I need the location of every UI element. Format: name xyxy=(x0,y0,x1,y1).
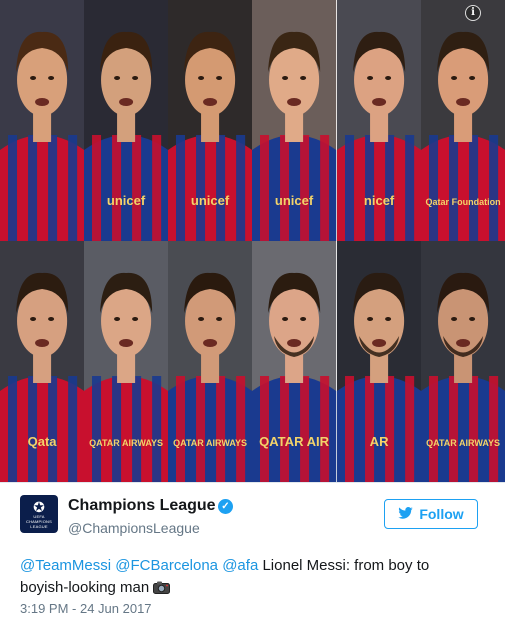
portrait-photo: QATAR AIR xyxy=(252,241,337,482)
portrait-photo xyxy=(0,0,85,241)
mention-link[interactable]: @FCBarcelona xyxy=(115,557,218,574)
author-name[interactable]: Champions League xyxy=(68,497,216,515)
portrait-photo: QATAR AIRWAYS xyxy=(420,241,505,482)
portrait-photo: nicef xyxy=(336,0,421,241)
svg-text:Qata: Qata xyxy=(28,434,58,449)
camera-emoji-icon xyxy=(153,581,171,594)
tweet-body-line-2: boyish-looking man xyxy=(20,579,154,596)
mention-link[interactable]: @afa xyxy=(222,557,258,574)
avatar-caption: UEFA CHAMPIONS LEAGUE xyxy=(25,513,53,529)
svg-text:unicef: unicef xyxy=(191,193,230,208)
champions-league-starball-icon: ✪ xyxy=(33,498,45,515)
twitter-bird-icon xyxy=(398,506,414,522)
portrait-photo: AR xyxy=(336,241,421,482)
svg-text:Qatar Foundation: Qatar Foundation xyxy=(425,197,500,207)
portrait-photo: QATAR AIRWAYS xyxy=(168,241,253,482)
svg-text:AR: AR xyxy=(369,434,388,449)
tweet-body-line-1: Lionel Messi: from boy to xyxy=(258,557,430,574)
portrait-photo: unicef xyxy=(252,0,337,241)
svg-text:nicef: nicef xyxy=(364,193,395,208)
svg-text:unicef: unicef xyxy=(107,193,146,208)
author-handle[interactable]: @ChampionsLeague xyxy=(68,520,200,536)
portrait-photo: unicef xyxy=(168,0,253,241)
follow-button[interactable]: Follow xyxy=(384,499,478,529)
info-icon[interactable]: i xyxy=(465,5,481,21)
portrait-photo: unicef xyxy=(84,0,169,241)
svg-text:QATAR AIRWAYS: QATAR AIRWAYS xyxy=(426,438,500,448)
tweet-timestamp[interactable]: 3:19 PM - 24 Jun 2017 xyxy=(20,601,152,616)
verified-badge-icon: ✓ xyxy=(218,499,233,514)
svg-text:unicef: unicef xyxy=(275,193,314,208)
mention-link[interactable]: @TeamMessi xyxy=(20,557,111,574)
follow-label: Follow xyxy=(419,506,464,522)
tweet-card: ✪ UEFA CHAMPIONS LEAGUE Champions League… xyxy=(0,482,505,628)
svg-text:QATAR AIRWAYS: QATAR AIRWAYS xyxy=(89,438,163,448)
svg-text:QATAR AIRWAYS: QATAR AIRWAYS xyxy=(173,438,247,448)
svg-text:QATAR AIR: QATAR AIR xyxy=(260,434,330,449)
tweet-text: @TeamMessi @FCBarcelona @afa Lionel Mess… xyxy=(20,555,480,599)
portrait-photo: Qatar Foundation xyxy=(420,0,505,241)
photo-collage: unicef unicef unicef nicef Qatar Foundation Q… xyxy=(0,0,505,482)
portrait-photo: Qata xyxy=(0,241,85,482)
portrait-photo: QATAR AIRWAYS xyxy=(84,241,169,482)
avatar[interactable]: ✪ UEFA CHAMPIONS LEAGUE xyxy=(20,495,58,533)
